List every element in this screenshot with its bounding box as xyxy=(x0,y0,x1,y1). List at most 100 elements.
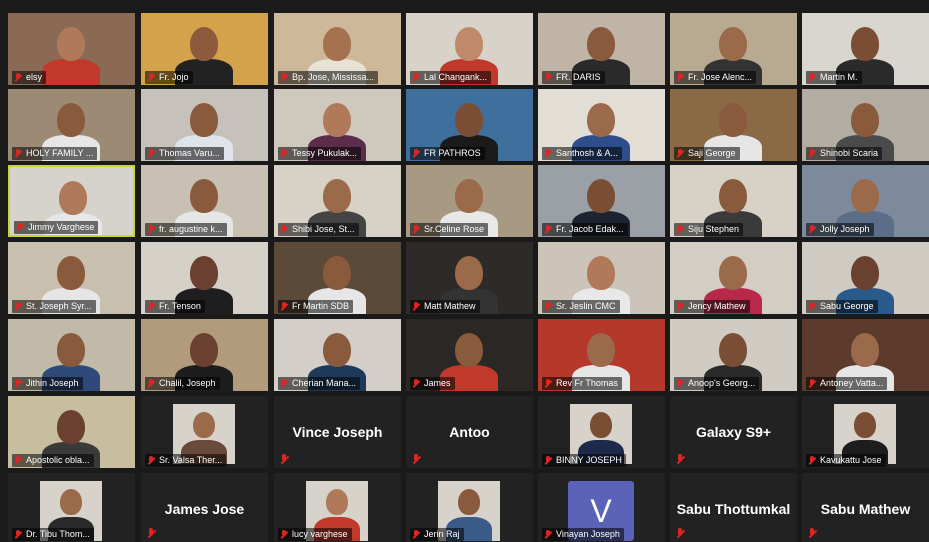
muted-mic-icon xyxy=(281,149,288,158)
muted-mic-icon xyxy=(17,223,24,232)
muted-mic-icon xyxy=(677,302,684,311)
participant-name-label: Bp. Jose, Mississa... xyxy=(278,71,379,84)
participant-name-label: Fr. Jacob Edak... xyxy=(542,223,628,236)
participant-tile[interactable]: fr. augustine k... xyxy=(141,165,268,237)
person-head xyxy=(719,179,747,213)
participant-name: fr. augustine k... xyxy=(159,224,223,234)
participant-tile[interactable]: Fr. Jacob Edak... xyxy=(538,165,665,237)
participant-name-label: Sr. Jeslin CMC xyxy=(542,300,620,313)
muted-mic-icon xyxy=(15,456,22,465)
participant-name: Shibi Jose, St... xyxy=(292,224,355,234)
participant-name-label: Fr. Jojo xyxy=(145,71,193,84)
participant-name: Matt Mathew xyxy=(424,301,476,311)
person-head xyxy=(60,489,82,515)
muted-mic-icon xyxy=(545,302,552,311)
participant-tile[interactable]: lucy varghese xyxy=(274,473,401,542)
participant-name: HOLY FAMILY ... xyxy=(26,148,94,158)
participant-tile[interactable]: Fr. Tenson xyxy=(141,242,268,314)
participant-tile[interactable]: V Vinayan Joseph xyxy=(538,473,665,542)
muted-mic-icon xyxy=(545,225,552,234)
participant-tile[interactable]: Sr. Jeslin CMC xyxy=(538,242,665,314)
participant-tile[interactable]: Sabu Mathew xyxy=(802,473,929,542)
participant-tile[interactable]: Rev Fr Thomas xyxy=(538,319,665,391)
participant-tile[interactable]: Saji George xyxy=(670,89,797,161)
participant-tile[interactable]: Jithin Joseph xyxy=(8,319,135,391)
muted-mic-icon xyxy=(413,302,420,311)
participant-name-label: Vinayan Joseph xyxy=(542,528,624,541)
person-head xyxy=(193,412,215,438)
participant-name-label: elsy xyxy=(12,71,47,84)
participant-tile[interactable]: Matt Mathew xyxy=(406,242,533,314)
participant-tile[interactable]: Jimmy Varghese xyxy=(8,165,135,237)
participant-name: Thomas Varu... xyxy=(159,148,220,158)
participant-name: Saji George xyxy=(688,148,736,158)
participant-tile[interactable]: BINNY JOSEPH xyxy=(538,396,665,468)
participant-name: Kavukattu Jose xyxy=(820,455,882,465)
participant-tile[interactable]: Jolly Joseph xyxy=(802,165,929,237)
participant-name: Martin M. xyxy=(820,72,858,82)
participant-tile[interactable]: Antoo xyxy=(406,396,533,468)
participant-tile[interactable]: Apostolic obla... xyxy=(8,396,135,468)
participant-tile[interactable]: Jerin Raj xyxy=(406,473,533,542)
muted-mic-icon xyxy=(148,379,155,388)
participant-tile[interactable]: Chalil, Joseph xyxy=(141,319,268,391)
participant-name-label: Fr. Tenson xyxy=(145,300,205,313)
participant-name: Vinayan Joseph xyxy=(556,529,620,539)
participant-tile[interactable]: Dr. Tibu Thom... xyxy=(8,473,135,542)
participant-tile[interactable]: Martin M. xyxy=(802,13,929,85)
participant-tile[interactable]: Anoop's Georg... xyxy=(670,319,797,391)
participant-tile[interactable]: Fr. Jojo xyxy=(141,13,268,85)
participant-name-label: Lal Changank... xyxy=(410,71,492,84)
participant-tile[interactable]: Galaxy S9+ xyxy=(670,396,797,468)
participant-tile[interactable]: Sr.Celine Rose xyxy=(406,165,533,237)
participant-tile[interactable]: Sabu George xyxy=(802,242,929,314)
participant-tile[interactable]: FR. DARIS xyxy=(538,13,665,85)
participant-name-label: Tessy Pukulak... xyxy=(278,147,362,160)
participant-name-label: Chalil, Joseph xyxy=(145,377,220,390)
participant-name: Jimmy Varghese xyxy=(28,222,95,232)
muted-mic-icon xyxy=(676,528,686,539)
muted-mic-icon xyxy=(413,379,420,388)
participant-tile[interactable]: Shibi Jose, St... xyxy=(274,165,401,237)
participant-tile[interactable]: James xyxy=(406,319,533,391)
participant-name: elsy xyxy=(26,72,43,82)
participant-tile[interactable]: elsy xyxy=(8,13,135,85)
participant-name: Fr. Jose Alenc... xyxy=(688,72,753,82)
participant-tile[interactable]: Jency Mathew xyxy=(670,242,797,314)
participant-tile[interactable]: FR PATHROS xyxy=(406,89,533,161)
participant-name-label: FR. DARIS xyxy=(542,71,605,84)
participant-name: Fr Martin SDB xyxy=(292,301,350,311)
person-head xyxy=(57,103,85,137)
participant-tile[interactable]: Siju Stephen xyxy=(670,165,797,237)
participant-tile[interactable]: Bp. Jose, Mississa... xyxy=(274,13,401,85)
person-head xyxy=(326,489,348,515)
participant-tile[interactable]: Tessy Pukulak... xyxy=(274,89,401,161)
participant-name-label: Shinobi Scaria xyxy=(806,147,883,160)
participant-name-label: Siju Stephen xyxy=(674,223,744,236)
person-head xyxy=(458,489,480,515)
muted-mic-icon xyxy=(808,528,818,539)
participant-tile[interactable]: Vince Joseph xyxy=(274,396,401,468)
participant-tile[interactable]: Sr. Valsa Ther... xyxy=(141,396,268,468)
person-head xyxy=(323,256,351,290)
person-head xyxy=(190,256,218,290)
participant-tile[interactable]: Antoney Vatta... xyxy=(802,319,929,391)
participant-tile[interactable]: James Jose xyxy=(141,473,268,542)
participant-tile[interactable]: Cherian Mana... xyxy=(274,319,401,391)
participant-tile[interactable]: Fr Martin SDB xyxy=(274,242,401,314)
participant-name: Fr. Jojo xyxy=(159,72,189,82)
participant-tile[interactable]: HOLY FAMILY ... xyxy=(8,89,135,161)
person-head xyxy=(587,333,615,367)
participant-name-label: FR PATHROS xyxy=(410,147,485,160)
participant-tile[interactable]: Lal Changank... xyxy=(406,13,533,85)
participant-tile[interactable]: Santhosh & A... xyxy=(538,89,665,161)
person-head xyxy=(587,27,615,61)
participant-name: Rev Fr Thomas xyxy=(556,378,618,388)
participant-tile[interactable]: Shinobi Scaria xyxy=(802,89,929,161)
participant-tile[interactable]: Kavukattu Jose xyxy=(802,396,929,468)
participant-tile[interactable]: Thomas Varu... xyxy=(141,89,268,161)
participant-tile[interactable]: Fr. Jose Alenc... xyxy=(670,13,797,85)
participant-tile[interactable]: Sabu Thottumkal xyxy=(670,473,797,542)
participant-tile[interactable]: St. Joseph Syr... xyxy=(8,242,135,314)
participant-name: Jerin Raj xyxy=(424,529,460,539)
